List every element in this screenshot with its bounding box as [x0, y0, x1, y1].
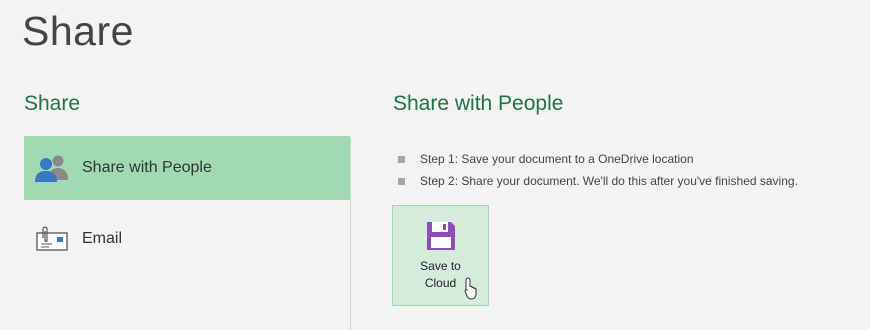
mouse-pointer-icon	[464, 277, 482, 301]
bullet-icon	[398, 177, 405, 185]
step-text: Step 1: Save your document to a OneDrive…	[420, 152, 694, 166]
share-with-people-option[interactable]: Share with People	[24, 136, 350, 200]
page-title: Share	[22, 8, 134, 54]
save-to-cloud-label: Save to Cloud	[420, 259, 461, 290]
bullet-icon	[398, 155, 405, 163]
share-section-heading: Share	[24, 92, 81, 115]
email-label: Email	[82, 230, 123, 247]
step-item: Step 1: Save your document to a OneDrive…	[398, 148, 798, 170]
people-icon	[32, 148, 72, 188]
steps-list: Step 1: Save your document to a OneDrive…	[398, 148, 798, 192]
share-with-people-label: Share with People	[82, 159, 212, 176]
step-text: Step 2: Share your document. We'll do th…	[420, 174, 798, 188]
step-item: Step 2: Share your document. We'll do th…	[398, 170, 798, 192]
email-option[interactable]: Email	[24, 207, 350, 271]
email-icon	[32, 219, 72, 259]
panel-divider	[350, 138, 351, 330]
share-options-list: Share with People Email	[24, 136, 350, 271]
floppy-disk-icon	[425, 220, 457, 252]
share-backstage: Share Share Share with People Email Shar…	[0, 0, 870, 330]
share-with-people-heading: Share with People	[393, 92, 564, 115]
